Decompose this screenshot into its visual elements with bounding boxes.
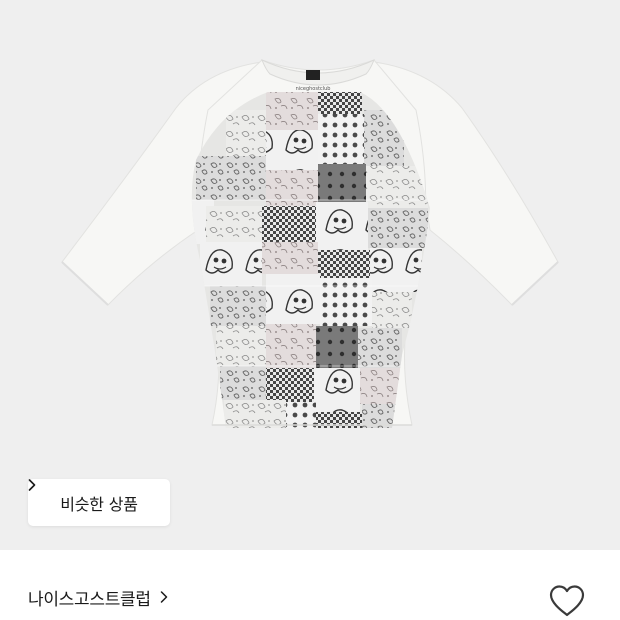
brand-name: 나이스고스트클럽 — [28, 589, 151, 610]
chevron-right-icon — [160, 591, 167, 603]
svg-text:niceghostclub: niceghostclub — [296, 86, 331, 92]
similar-products-label: 비슷한 상품 — [60, 494, 138, 514]
product-image[interactable]: niceghostclub 비슷한 상품 — [0, 0, 620, 550]
brand-link[interactable]: 나이스고스트클럽 — [28, 584, 168, 610]
wishlist-button[interactable] — [547, 583, 587, 619]
heart-outline-icon — [549, 585, 585, 617]
chevron-right-icon — [28, 479, 36, 491]
tshirt-illustration: niceghostclub — [61, 59, 559, 428]
similar-products-button[interactable]: 비슷한 상품 — [28, 479, 170, 526]
